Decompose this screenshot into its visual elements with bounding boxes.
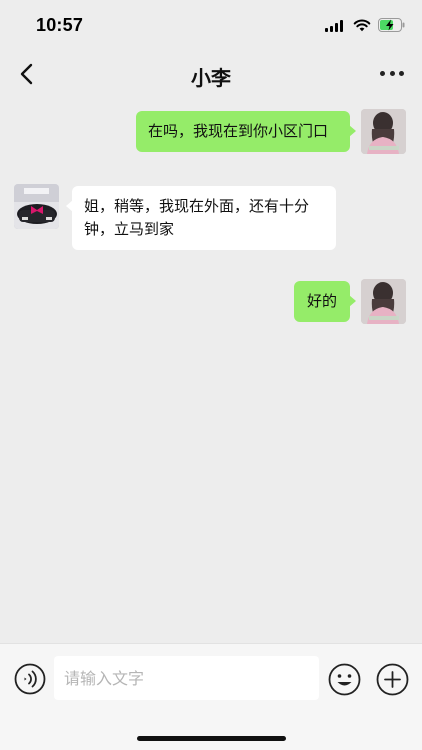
- chat-title: 小李: [191, 66, 231, 90]
- add-more-icon[interactable]: [376, 663, 409, 696]
- message-bubble-outgoing[interactable]: 好的: [294, 281, 356, 322]
- cellular-signal-icon: [325, 19, 345, 32]
- home-indicator: [137, 736, 286, 741]
- contact-avatar-image: [14, 184, 59, 229]
- message-bubble-outgoing[interactable]: 在吗，我现在到你小区门口: [136, 111, 356, 152]
- self-avatar[interactable]: [361, 279, 406, 324]
- message-input[interactable]: [54, 656, 319, 700]
- self-avatar-image: [361, 279, 406, 324]
- message-bubble-incoming[interactable]: 姐，稍等，我现在外面，还有十分钟，立马到家: [66, 186, 336, 250]
- self-avatar[interactable]: [361, 109, 406, 154]
- nav-bar: 小李: [0, 54, 422, 94]
- emoji-icon[interactable]: [328, 663, 361, 696]
- voice-input-icon[interactable]: [14, 663, 46, 695]
- self-avatar-image: [361, 109, 406, 154]
- status-time: 10:57: [36, 15, 84, 35]
- battery-charging-icon: [378, 18, 405, 32]
- more-options-icon[interactable]: [380, 68, 404, 78]
- input-bar: [0, 643, 422, 750]
- wifi-icon: [353, 19, 371, 32]
- status-icons: [325, 17, 406, 33]
- status-bar: 10:57: [0, 0, 422, 54]
- contact-avatar[interactable]: [14, 184, 59, 229]
